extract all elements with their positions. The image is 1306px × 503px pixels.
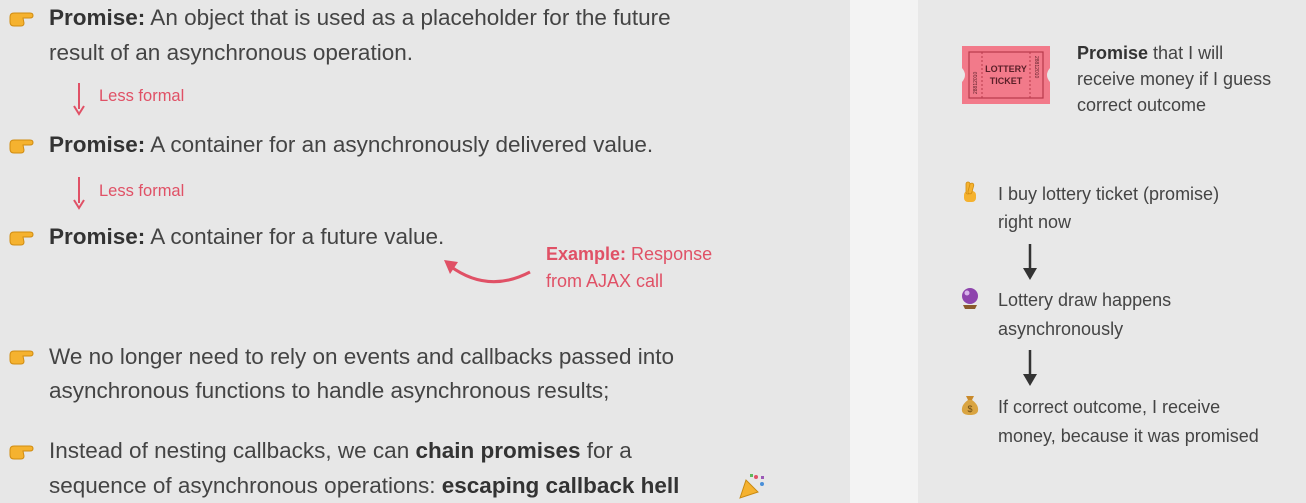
crystal-ball-icon [962, 288, 978, 309]
party-popper-icon [739, 474, 764, 499]
promise-definition-1: Promise: An object that is used as a pla… [49, 5, 671, 30]
crossed-fingers-icon [964, 181, 976, 202]
pointing-hand-icon [9, 350, 34, 365]
promise-definition-3: Promise: A container for a future value. [49, 224, 445, 249]
down-arrow-icon [73, 83, 85, 116]
bullet-chain-promises: Instead of nesting callbacks, we can cha… [49, 438, 632, 463]
ticket-serial-right: 28812010 [1033, 56, 1039, 78]
ticket-serial-left: 28812010 [973, 72, 979, 94]
promise-definition-2: Promise: A container for an asynchronous… [49, 132, 654, 157]
step-buy-ticket-line2: right now [998, 212, 1072, 232]
ticket-label-1: LOTTERY [985, 64, 1027, 74]
down-arrow-icon [1023, 350, 1037, 386]
ticket-label-2: TICKET [990, 76, 1023, 86]
curved-arrow-icon [444, 260, 531, 284]
money-bag-icon: $ [961, 396, 979, 415]
bullet-no-callbacks-line2: asynchronous functions to handle asynchr… [49, 378, 610, 403]
lottery-ticket-icon: LOTTERY TICKET 28812010 28812010 [962, 46, 1050, 104]
step-lottery-draw-line2: asynchronously [998, 319, 1124, 339]
step-receive-money: If correct outcome, I receive [998, 397, 1221, 417]
down-arrow-icon [1023, 244, 1037, 280]
panel-gap [850, 0, 918, 503]
bullet-no-callbacks: We no longer need to rely on events and … [49, 344, 674, 369]
svg-text:$: $ [967, 404, 972, 414]
down-arrow-icon [73, 177, 85, 210]
promise-analogy-text: Promise that I will receive money if I g… [1077, 43, 1272, 115]
example-annotation: Example: Response from AJAX call [546, 244, 713, 291]
less-formal-label-1: Less formal [99, 87, 185, 105]
step-buy-ticket: I buy lottery ticket (promise) [998, 184, 1220, 204]
pointing-hand-icon [9, 12, 34, 27]
promise-definition-1-line2: result of an asynchronous operation. [49, 40, 413, 65]
step-lottery-draw: Lottery draw happens [998, 290, 1172, 310]
pointing-hand-icon [9, 139, 34, 154]
pointing-hand-icon [9, 231, 34, 246]
bullet-chain-promises-line2: sequence of asynchronous operations: esc… [49, 473, 680, 498]
pointing-hand-icon [9, 445, 34, 460]
step-receive-money-line2: money, because it was promised [998, 426, 1259, 446]
less-formal-label-2: Less formal [99, 182, 185, 200]
